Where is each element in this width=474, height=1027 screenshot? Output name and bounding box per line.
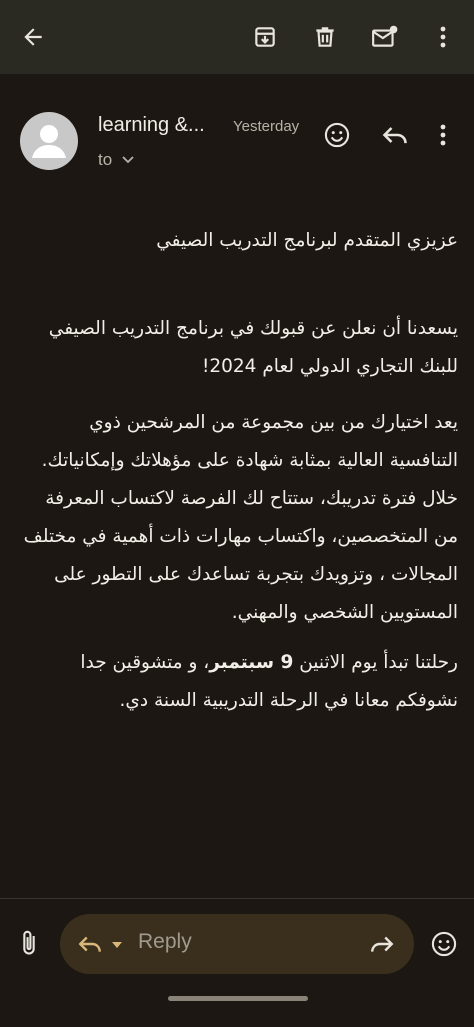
reply-label[interactable]: Reply	[138, 930, 192, 954]
message-body: عزيزي المتقدم لبرنامج التدريب الصيفي يسع…	[18, 222, 458, 720]
sender-avatar[interactable]	[20, 112, 78, 170]
start-date-bold: 9 سبتمبر	[209, 652, 294, 673]
attachment-icon[interactable]	[14, 928, 44, 958]
top-app-bar	[0, 0, 474, 74]
message-more-icon[interactable]	[428, 120, 458, 150]
greeting: عزيزي المتقدم لبرنامج التدريب الصيفي	[156, 230, 458, 251]
home-indicator[interactable]	[168, 996, 308, 1001]
recipient-line[interactable]: to	[98, 150, 134, 170]
mark-unread-icon[interactable]	[370, 22, 400, 52]
add-reaction-icon[interactable]	[322, 120, 352, 150]
paragraph-acceptance: يسعدنا أن نعلن عن قبولك في برنامج التدري…	[48, 318, 458, 377]
forward-icon[interactable]	[368, 930, 396, 958]
message-time: Yesterday	[233, 118, 300, 135]
paragraph-details: يعد اختيارك من بين مجموعة من المرشحين ذو…	[23, 412, 458, 623]
email-screen: learning &... Yesterday to عزيزي المتقدم…	[0, 0, 474, 1027]
chevron-down-icon	[122, 156, 134, 164]
reply-bar[interactable]: Reply	[60, 914, 414, 974]
person-icon	[32, 125, 66, 158]
emoji-icon[interactable]	[428, 928, 460, 960]
archive-icon[interactable]	[250, 22, 280, 52]
more-icon[interactable]	[428, 22, 458, 52]
caret-down-icon[interactable]	[110, 938, 124, 952]
start-date-text: رحلتنا تبدأ يوم الاثنين	[293, 652, 458, 673]
reply-icon[interactable]	[76, 930, 104, 958]
paragraph-start-date: رحلتنا تبدأ يوم الاثنين 9 سبتمبر، و متشو…	[18, 644, 458, 720]
reply-icon[interactable]	[380, 120, 410, 150]
delete-icon[interactable]	[310, 22, 340, 52]
to-label: to	[98, 150, 113, 169]
back-icon[interactable]	[18, 22, 48, 52]
sender-name[interactable]: learning &...	[98, 114, 205, 137]
divider	[0, 898, 474, 899]
